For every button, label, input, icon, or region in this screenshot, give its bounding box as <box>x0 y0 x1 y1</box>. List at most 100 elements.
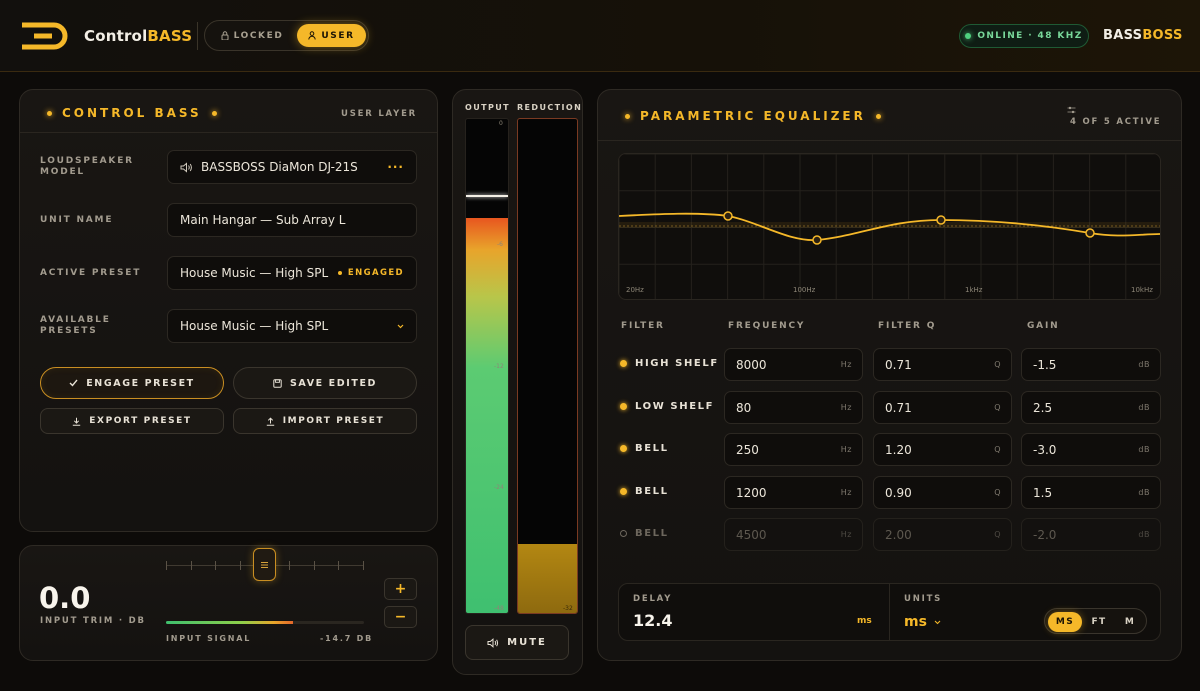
title-dot-icon <box>47 110 52 116</box>
band-status-dot-icon <box>620 488 627 495</box>
mute-button[interactable]: MUTE <box>465 625 569 660</box>
title-dot-icon <box>875 113 881 119</box>
trim-tick <box>191 561 192 570</box>
trim-tick <box>338 561 339 570</box>
eq-q-input[interactable]: 0.71 Q <box>873 391 1012 424</box>
band-status-dot-icon <box>620 445 627 452</box>
mode-locked-label: LOCKED <box>233 30 284 41</box>
band-status-dot-icon <box>620 360 627 367</box>
import-preset-button[interactable]: IMPORT PRESET <box>233 408 417 434</box>
mode-user-button[interactable]: USER <box>297 24 366 47</box>
online-dot-icon <box>965 33 972 39</box>
eq-freq-label: 100Hz <box>793 286 816 294</box>
eq-gain-input[interactable]: -3.0 dB <box>1021 433 1161 466</box>
eq-band-toggle[interactable]: LOW SHELF <box>620 401 714 412</box>
input-signal-fill <box>166 621 293 624</box>
unit-name-input[interactable]: Main Hangar — Sub Array L <box>167 203 417 237</box>
units-m-button[interactable]: M <box>1115 612 1145 632</box>
filter-column-header: FILTER <box>621 321 665 331</box>
engage-preset-button[interactable]: ENGAGE PRESET <box>40 367 224 399</box>
eq-q-input[interactable]: 0.90 Q <box>873 476 1012 509</box>
eq-band-toggle[interactable]: BELL <box>620 486 669 497</box>
eq-frequency-input[interactable]: 4500 Hz <box>724 518 863 551</box>
speaker-mute-icon <box>487 637 499 648</box>
trim-tick <box>289 561 290 570</box>
units-select[interactable]: ms <box>904 614 941 630</box>
mode-user-label: USER <box>321 30 355 41</box>
eq-gain-input[interactable]: -2.0 dB <box>1021 518 1161 551</box>
delay-value-input[interactable]: 12.4 <box>633 611 672 630</box>
save-edited-button[interactable]: SAVE EDITED <box>233 367 417 399</box>
eq-gain-input[interactable]: -1.5 dB <box>1021 348 1161 381</box>
eq-gain-input[interactable]: 2.5 dB <box>1021 391 1161 424</box>
eq-gain-input[interactable]: 1.5 dB <box>1021 476 1161 509</box>
eq-node-handle[interactable] <box>936 215 946 225</box>
available-presets-select[interactable]: House Music — High SPL <box>167 309 417 343</box>
output-peak-hold <box>466 195 508 197</box>
q-column-header: FILTER Q <box>878 321 937 331</box>
eq-node-handle[interactable] <box>812 235 822 245</box>
eq-freq-label: 1kHz <box>965 286 983 294</box>
user-layer-label: USER LAYER <box>341 109 418 119</box>
available-presets-label: AVAILABLE PRESETS <box>40 315 111 336</box>
eq-q-input[interactable]: 1.20 Q <box>873 433 1012 466</box>
grip-icon <box>261 561 268 568</box>
output-tick-label: 0 <box>499 120 503 127</box>
eq-frequency-input[interactable]: 1200 Hz <box>724 476 863 509</box>
units-ms-button[interactable]: MS <box>1048 612 1082 632</box>
export-preset-button[interactable]: EXPORT PRESET <box>40 408 224 434</box>
input-signal-value: -14.7 DB <box>320 634 373 643</box>
eq-q-input[interactable]: 2.00 Q <box>873 518 1012 551</box>
loudspeaker-model-field[interactable]: BASSBOSS DiaMon DJ-21S ··· <box>167 150 417 184</box>
output-level-fill <box>466 218 508 613</box>
input-trim-value: 0.0 <box>39 581 91 615</box>
save-icon <box>273 378 282 388</box>
mode-locked-button[interactable]: LOCKED <box>209 24 295 47</box>
input-signal-label: INPUT SIGNAL <box>166 634 252 643</box>
trim-tick <box>240 561 241 570</box>
eq-frequency-input[interactable]: 250 Hz <box>724 433 863 466</box>
delay-label: DELAY <box>633 594 673 604</box>
gain-column-header: GAIN <box>1027 321 1060 331</box>
trim-tick <box>314 561 315 570</box>
eq-frequency-input[interactable]: 8000 Hz <box>724 348 863 381</box>
mode-toggle: LOCKED USER <box>204 20 369 51</box>
eq-node-handle[interactable] <box>1085 228 1095 238</box>
title-dot-icon <box>625 113 630 119</box>
unit-name-label: UNIT NAME <box>40 215 114 225</box>
output-tick-label: -24 <box>494 484 504 491</box>
trim-tick <box>215 561 216 570</box>
eq-band-toggle[interactable]: HIGH SHELF <box>620 358 719 369</box>
connection-status-badge: ONLINE · 48 KHZ <box>959 24 1089 48</box>
eq-node-handle[interactable] <box>723 211 733 221</box>
trim-decrease-button[interactable]: − <box>384 606 417 628</box>
chevron-down-icon <box>397 324 404 328</box>
output-meter-label: OUTPUT <box>465 103 510 112</box>
engaged-dot-icon <box>337 271 342 275</box>
connection-status-text: ONLINE · 48 KHZ <box>977 31 1083 41</box>
eq-response-graph[interactable]: 20Hz 100Hz 1kHz 10kHz <box>618 153 1161 300</box>
header-divider <box>197 22 198 50</box>
delay-unit: ms <box>857 616 872 626</box>
trim-slider-handle[interactable] <box>253 548 276 581</box>
eq-q-input[interactable]: 0.71 Q <box>873 348 1012 381</box>
reduction-tick-label: -32 <box>563 605 573 612</box>
chevron-down-icon <box>934 620 941 624</box>
input-signal-meter <box>166 621 364 624</box>
trim-increase-button[interactable]: + <box>384 578 417 600</box>
app-brand: ControlBASS <box>84 27 193 45</box>
eq-band-toggle[interactable]: BELL <box>620 528 669 539</box>
download-icon <box>73 417 81 426</box>
frequency-column-header: FREQUENCY <box>728 321 806 331</box>
parametric-eq-title: PARAMETRIC EQUALIZER <box>625 109 881 123</box>
engaged-badge: ENGAGED <box>337 268 404 278</box>
eq-freq-label: 20Hz <box>626 286 644 294</box>
more-options-icon[interactable]: ··· <box>387 160 404 174</box>
units-ft-button[interactable]: FT <box>1083 612 1115 632</box>
reduction-meter <box>517 118 578 614</box>
trim-tick <box>363 561 364 570</box>
band-status-dot-icon <box>620 403 627 410</box>
eq-band-toggle[interactable]: BELL <box>620 443 669 454</box>
delay-divider <box>889 584 890 640</box>
eq-frequency-input[interactable]: 80 Hz <box>724 391 863 424</box>
